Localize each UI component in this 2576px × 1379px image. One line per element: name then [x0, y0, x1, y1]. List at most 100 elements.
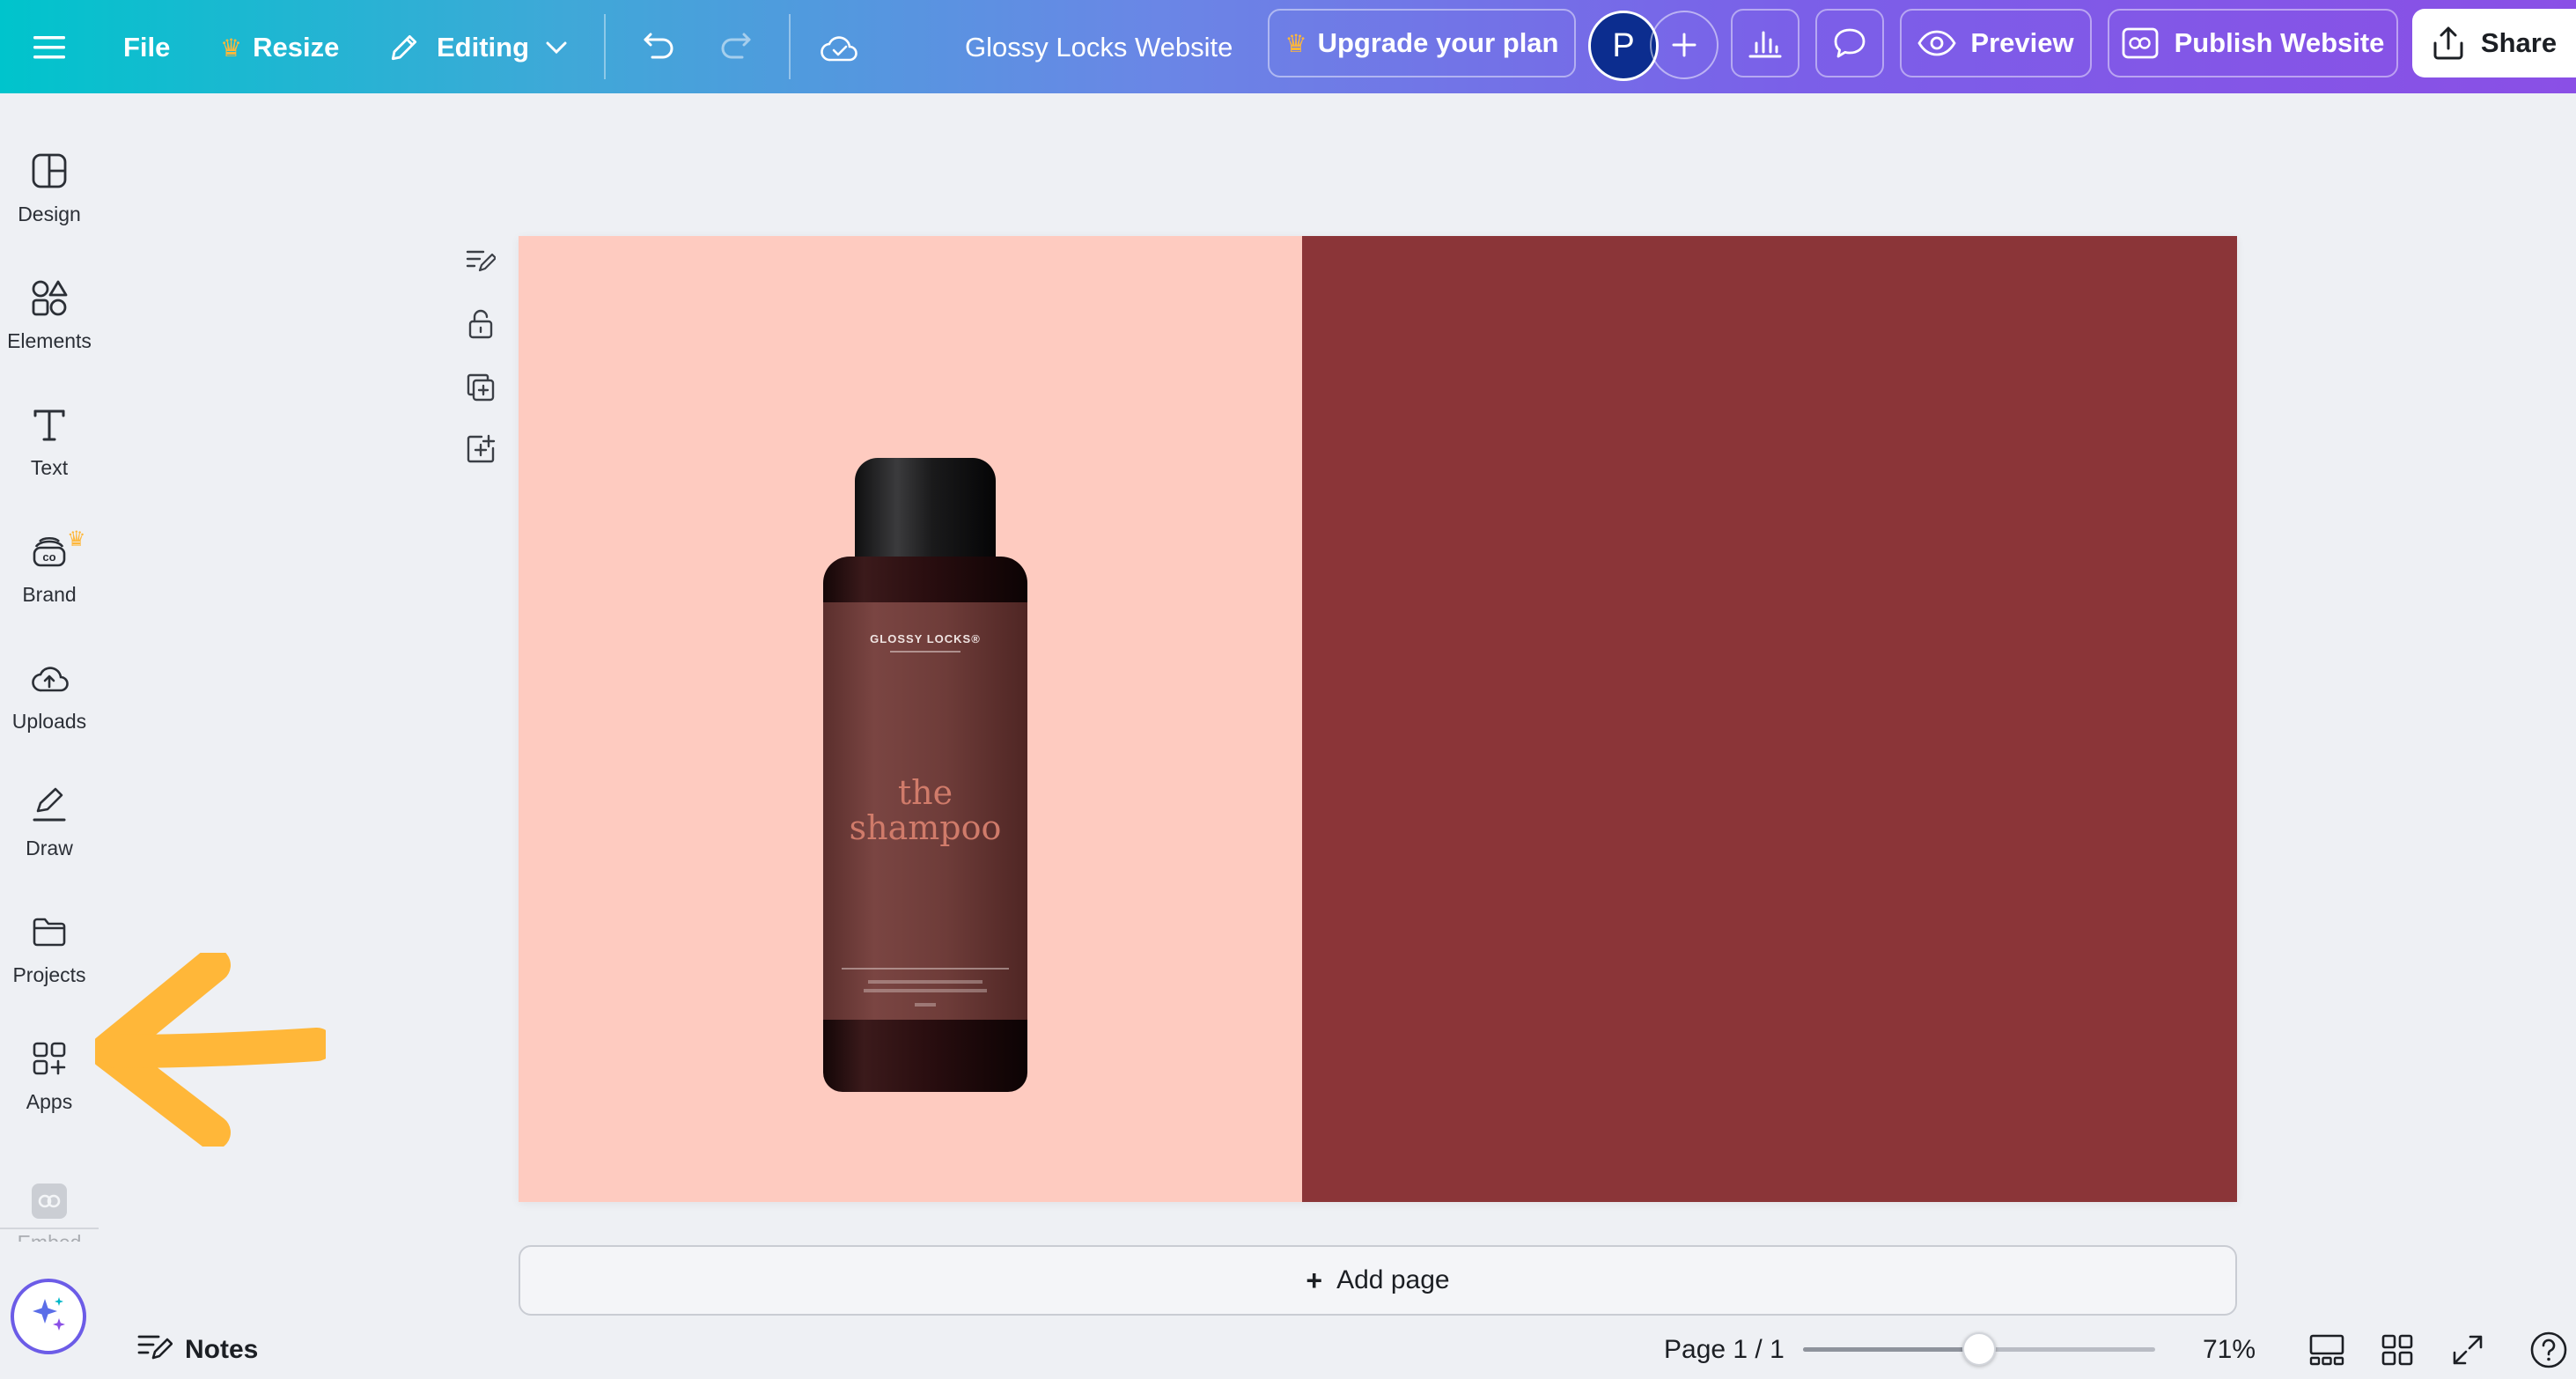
bottle-label-rule — [842, 968, 1009, 970]
bottle-label: GLOSSY LOCKS® the shampoo — [823, 602, 1027, 1020]
resize-button[interactable]: ♛ Resize — [220, 25, 339, 70]
notes-label: Notes — [185, 1335, 259, 1364]
sidebar-item-uploads[interactable]: Uploads — [0, 638, 99, 752]
insights-button[interactable] — [1731, 9, 1800, 77]
draw-icon — [28, 784, 70, 826]
zoom-slider[interactable] — [1803, 1332, 2155, 1366]
sidebar-item-draw[interactable]: Draw — [0, 764, 99, 879]
design-page[interactable]: GLOSSY LOCKS® the shampoo — [519, 236, 2237, 1202]
file-menu-button[interactable]: File — [123, 25, 170, 70]
bottle-brand-sub-rule — [890, 651, 960, 653]
crown-icon: ♛ — [220, 33, 243, 62]
menu-icon[interactable] — [26, 25, 72, 70]
share-button[interactable]: Share — [2412, 9, 2576, 77]
embed-icon — [28, 1182, 70, 1220]
sidebar-item-embed[interactable]: Embed — [0, 1162, 99, 1242]
upgrade-plan-label: Upgrade your plan — [1317, 27, 1559, 58]
bottle-fine-print — [868, 980, 983, 984]
notes-button[interactable]: Notes — [137, 1328, 258, 1372]
chevron-down-icon — [545, 41, 568, 55]
bottle-fine-print — [915, 1003, 936, 1007]
share-icon — [2432, 26, 2465, 61]
document-title[interactable]: Glossy Locks Website — [965, 25, 1233, 70]
crown-icon: ♛ — [1284, 29, 1307, 57]
yellow-arrow-annotation — [95, 953, 326, 1147]
bottle-fine-print — [864, 989, 987, 992]
svg-text:co: co — [42, 550, 55, 564]
sidebar-item-label: Design — [18, 203, 81, 225]
bottle-brand-text: GLOSSY LOCKS® — [870, 632, 981, 645]
grid-view-icon[interactable] — [2377, 1328, 2418, 1372]
zoom-level-button[interactable]: 71% — [2203, 1328, 2256, 1372]
projects-icon — [28, 911, 70, 953]
zoom-level-text: 71% — [2203, 1335, 2256, 1364]
sidebar-item-label: Uploads — [11, 710, 87, 733]
cloud-saved-icon[interactable] — [815, 23, 865, 72]
sidebar-item-text[interactable]: Text — [0, 384, 99, 498]
sparkle-icon — [27, 1294, 70, 1340]
zoom-slider-thumb[interactable] — [1962, 1332, 1996, 1366]
upgrade-plan-button[interactable]: ♛ Upgrade your plan — [1268, 9, 1576, 77]
preview-button[interactable]: Preview — [1900, 9, 2092, 77]
publish-website-button[interactable]: Publish Website — [2108, 9, 2398, 77]
sidebar-item-label: Draw — [26, 837, 73, 859]
duplicate-page-icon[interactable] — [463, 370, 498, 405]
side-panel-rail: Design Elements Text co ♛ Brand Uploads … — [0, 93, 99, 1379]
sidebar-item-design[interactable]: Design — [0, 130, 99, 245]
plus-icon — [1671, 32, 1697, 58]
design-icon — [28, 150, 70, 192]
add-page-button[interactable]: + Add page — [519, 1245, 2237, 1316]
notes-icon — [137, 1332, 173, 1368]
publish-website-label: Publish Website — [2174, 27, 2385, 58]
bottle-title-line-2: shampoo — [849, 808, 1002, 847]
fullscreen-icon[interactable] — [2447, 1328, 2488, 1372]
magic-assistant-button[interactable] — [11, 1279, 86, 1354]
zoom-slider-fill — [1803, 1347, 1979, 1352]
sidebar-item-label: Elements — [7, 329, 92, 352]
sidebar-item-projects[interactable]: Projects — [0, 891, 99, 1006]
editing-label: Editing — [437, 32, 530, 63]
uploads-icon — [28, 657, 70, 699]
page-indicator[interactable]: Page 1 / 1 — [1664, 1328, 1785, 1372]
bottle-cap — [855, 458, 996, 572]
page-indicator-text: Page 1 / 1 — [1664, 1335, 1785, 1364]
sidebar-item-elements[interactable]: Elements — [0, 257, 99, 372]
toolbar-divider — [604, 14, 606, 79]
top-toolbar: File ♛ Resize Editing Glossy Locks Websi… — [0, 0, 2576, 93]
toolbar-divider — [789, 14, 791, 79]
add-page-label: Add page — [1336, 1265, 1450, 1294]
help-icon[interactable] — [2528, 1330, 2569, 1370]
sidebar-item-label: Apps — [26, 1090, 73, 1113]
sidebar-item-brand[interactable]: co ♛ Brand — [0, 511, 99, 625]
text-icon — [28, 403, 70, 446]
apps-icon — [28, 1037, 70, 1080]
user-avatar[interactable]: P — [1588, 11, 1659, 81]
sidebar-item-apps[interactable]: Apps — [0, 1018, 99, 1132]
editing-mode-button[interactable]: Editing — [387, 25, 568, 70]
file-menu-label: File — [123, 32, 171, 63]
lock-icon[interactable] — [463, 306, 498, 342]
crown-icon: ♛ — [67, 527, 86, 551]
add-collaborator-button[interactable] — [1650, 11, 1719, 79]
shampoo-bottle-image[interactable]: GLOSSY LOCKS® the shampoo — [823, 458, 1034, 1092]
share-label: Share — [2480, 27, 2558, 58]
pencil-icon — [387, 31, 421, 64]
brand-icon: co ♛ — [28, 527, 86, 572]
bottle-title-line-1: the — [897, 773, 953, 812]
plus-icon: + — [1306, 1264, 1323, 1296]
resize-label: Resize — [253, 32, 340, 63]
sidebar-item-label: Projects — [12, 963, 86, 986]
sidebar-item-label: Brand — [22, 583, 77, 606]
document-title-text: Glossy Locks Website — [965, 32, 1233, 63]
maroon-background-block[interactable] — [1302, 236, 2237, 1202]
publish-website-icon — [2122, 27, 2159, 59]
comment-icon — [1832, 26, 1867, 60]
sidebar-item-label: Text — [30, 456, 69, 479]
redo-icon[interactable] — [713, 23, 762, 72]
undo-icon[interactable] — [632, 23, 681, 72]
add-page-icon[interactable] — [463, 431, 498, 467]
page-view-icon[interactable] — [2307, 1328, 2347, 1372]
sidebar-item-label: Embed — [18, 1231, 82, 1242]
page-notes-icon[interactable] — [463, 243, 498, 278]
comments-button[interactable] — [1815, 9, 1884, 77]
